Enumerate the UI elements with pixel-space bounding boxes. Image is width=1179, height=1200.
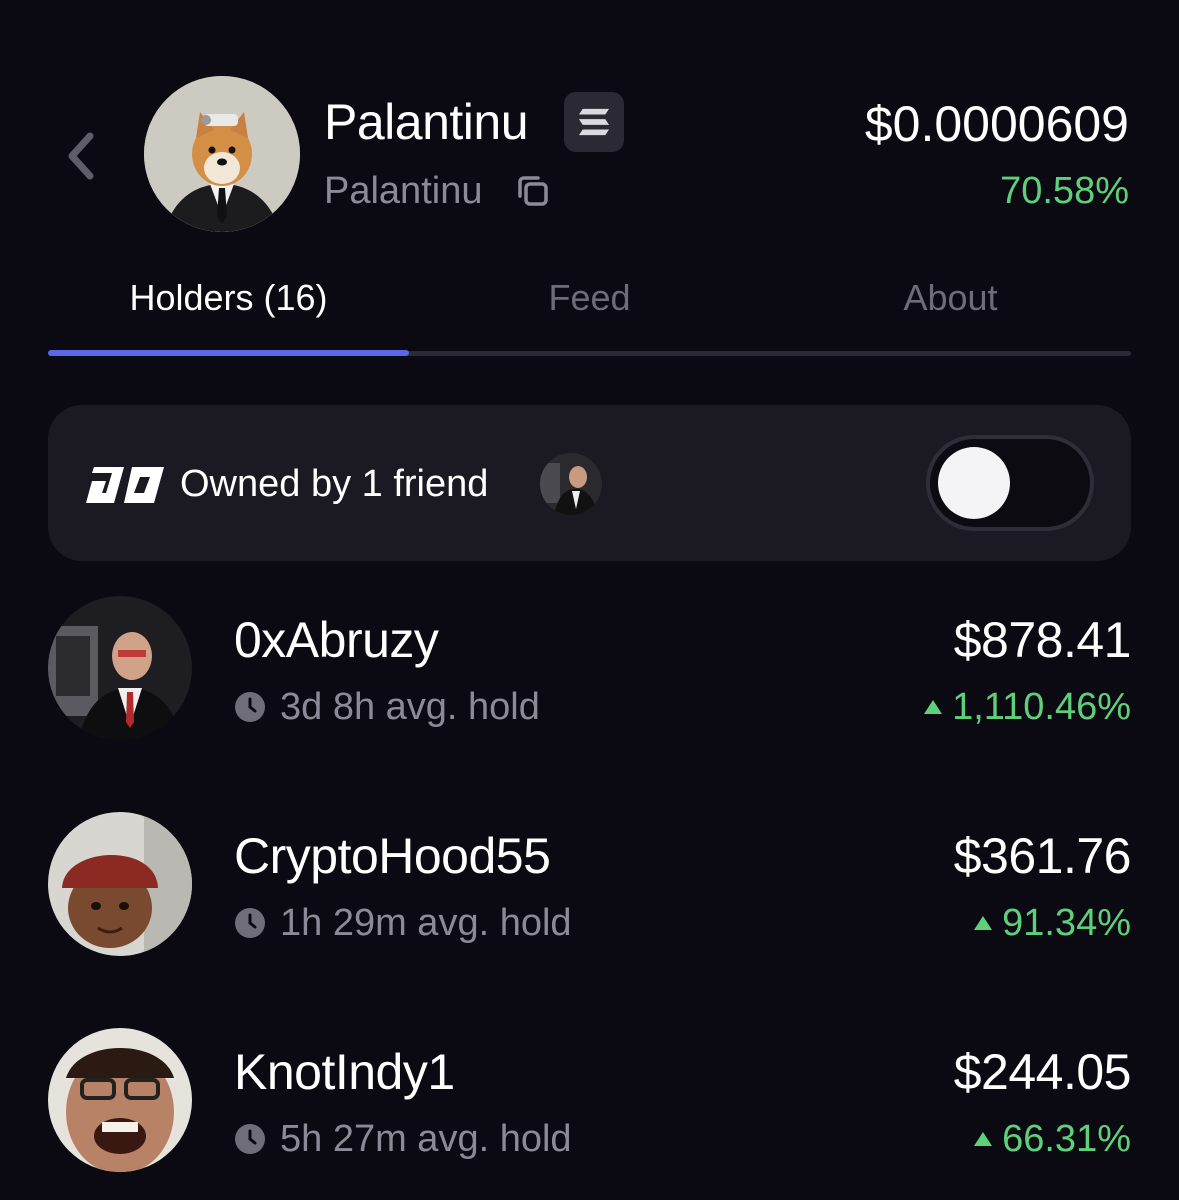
friends-filter-card: Owned by 1 friend: [48, 405, 1131, 561]
friends-logo-icon: [86, 467, 164, 503]
holder-row[interactable]: KnotIndy1 5h 27m avg. hold $244.05 66.31…: [48, 1028, 1132, 1174]
token-name: Palantinu: [324, 94, 529, 150]
holder-avatar: [48, 1028, 192, 1172]
holder-name: KnotIndy1: [234, 1044, 455, 1100]
chevron-left-icon: [68, 132, 94, 180]
tab-bar: Holders (16) Feed About: [48, 270, 1131, 360]
clock-icon: [235, 1124, 265, 1154]
holder-avg-hold: 3d 8h avg. hold: [234, 684, 540, 730]
holder-value: $361.76: [953, 828, 1132, 884]
holder-row[interactable]: 0xAbruzy 3d 8h avg. hold $878.41 1,110.4…: [48, 596, 1132, 742]
tab-feed[interactable]: Feed: [409, 270, 770, 326]
clock-icon: [235, 908, 265, 938]
holder-avg-hold-text: 5h 27m avg. hold: [280, 1118, 572, 1160]
token-avatar: [144, 76, 300, 232]
friends-toggle[interactable]: [926, 435, 1094, 531]
holder-value: $244.05: [953, 1044, 1132, 1100]
holder-change-text: 1,110.46%: [952, 686, 1131, 728]
holder-avg-hold-text: 1h 29m avg. hold: [280, 902, 572, 944]
friends-label: Owned by 1 friend: [180, 463, 489, 505]
holder-avg-hold-text: 3d 8h avg. hold: [280, 686, 540, 728]
holder-change-text: 66.31%: [1002, 1118, 1131, 1160]
chain-badge: [564, 92, 624, 152]
holder-change: 1,110.46%: [922, 684, 1131, 730]
triangle-up-icon: [974, 916, 993, 930]
token-price: $0.0000609: [864, 96, 1129, 152]
tab-about[interactable]: About: [770, 270, 1131, 326]
holder-name: CryptoHood55: [234, 828, 551, 884]
holder-change: 66.31%: [972, 1116, 1131, 1162]
tab-holders[interactable]: Holders (16): [48, 270, 409, 326]
holder-change-text: 91.34%: [1002, 902, 1131, 944]
token-ticker: Palantinu: [324, 170, 483, 212]
triangle-up-icon: [974, 1132, 993, 1146]
back-button[interactable]: [60, 128, 104, 184]
friend-avatar: [540, 453, 602, 515]
solana-icon: [578, 108, 610, 136]
holder-avatar: [48, 596, 192, 740]
holder-avatar: [48, 812, 192, 956]
holder-value: $878.41: [953, 612, 1132, 668]
holder-avg-hold: 1h 29m avg. hold: [234, 900, 572, 946]
triangle-up-icon: [924, 700, 943, 714]
copy-icon[interactable]: [514, 172, 552, 210]
holder-avg-hold: 5h 27m avg. hold: [234, 1116, 572, 1162]
holder-row[interactable]: CryptoHood55 1h 29m avg. hold $361.76 91…: [48, 812, 1132, 958]
token-price-change: 70.58%: [1000, 170, 1129, 212]
clock-icon: [235, 692, 265, 722]
tab-active-indicator: [48, 350, 409, 356]
toggle-knob: [938, 447, 1010, 519]
holder-change: 91.34%: [972, 900, 1131, 946]
holder-name: 0xAbruzy: [234, 612, 439, 668]
token-holders-screen: Palantinu Palantinu $0.0000609 70.58% Ho…: [0, 0, 1179, 1200]
